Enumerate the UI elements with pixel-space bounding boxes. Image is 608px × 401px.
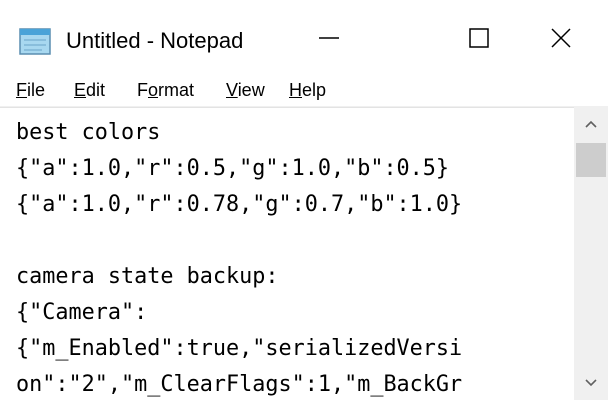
minimize-icon xyxy=(319,37,339,39)
maximize-icon xyxy=(469,28,489,48)
chevron-down-icon xyxy=(585,379,597,387)
menu-view[interactable]: View xyxy=(226,76,265,106)
editor-line: {"a":1.0,"r":0.5,"g":1.0,"b":0.5} xyxy=(16,156,450,181)
editor-text[interactable]: best colors {"a":1.0,"r":0.5,"g":1.0,"b":… xyxy=(0,108,574,401)
chevron-up-icon xyxy=(585,120,597,128)
menu-bar: File Edit Format View Help xyxy=(0,76,608,107)
scroll-thumb[interactable] xyxy=(576,143,606,177)
close-icon xyxy=(551,28,571,48)
close-button[interactable] xyxy=(516,0,606,76)
minimize-button[interactable] xyxy=(284,0,374,76)
menu-file[interactable]: File xyxy=(16,76,45,106)
editor-line: {"a":1.0,"r":0.78,"g":0.7,"b":1.0} xyxy=(16,192,463,217)
window-title: Untitled - Notepad xyxy=(66,28,244,53)
menu-format[interactable]: Format xyxy=(137,76,194,106)
editor-line: camera state backup: xyxy=(16,264,279,289)
notepad-window: Untitled - Notepad File Edit Format View… xyxy=(0,0,608,401)
vertical-scrollbar[interactable] xyxy=(574,107,608,400)
editor-line: {"m_Enabled":true,"serializedVersi xyxy=(16,336,463,361)
menu-help[interactable]: Help xyxy=(289,76,326,106)
title-bar[interactable]: Untitled - Notepad xyxy=(0,0,608,76)
menu-edit[interactable]: Edit xyxy=(74,76,105,106)
editor-line: best colors xyxy=(16,120,161,145)
notepad-app-icon[interactable] xyxy=(18,26,54,56)
editor-line: on":"2","m_ClearFlags":1,"m_BackGr xyxy=(16,372,463,397)
text-editor[interactable]: best colors {"a":1.0,"r":0.5,"g":1.0,"b":… xyxy=(0,107,574,401)
editor-line: {"Camera": xyxy=(16,300,148,325)
scroll-down-button[interactable] xyxy=(574,366,608,400)
maximize-button[interactable] xyxy=(434,0,524,76)
scroll-up-button[interactable] xyxy=(574,107,608,141)
